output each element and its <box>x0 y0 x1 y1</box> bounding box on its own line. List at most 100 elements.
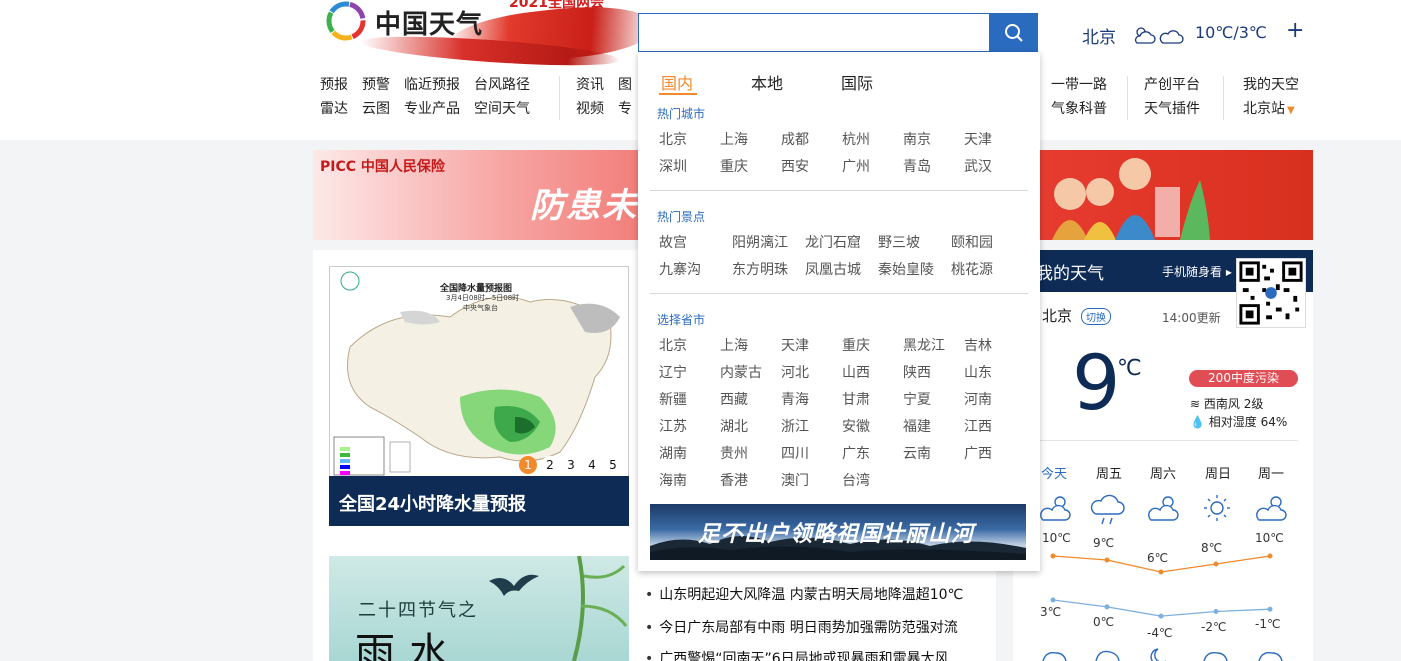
city-link[interactable]: 成都 <box>781 129 809 149</box>
search-button[interactable] <box>990 13 1038 52</box>
city-link[interactable]: 天津 <box>964 129 992 149</box>
city-link[interactable]: 重庆 <box>720 156 748 176</box>
scenic-spot-link[interactable]: 颐和园 <box>951 232 993 252</box>
nav-link[interactable]: 预报 <box>320 73 348 97</box>
province-link[interactable]: 湖南 <box>659 443 687 463</box>
forecast-day[interactable]: 今天 <box>1041 463 1067 482</box>
province-link[interactable]: 江苏 <box>659 416 687 436</box>
city-link[interactable]: 杭州 <box>842 129 870 149</box>
nav-link[interactable]: 产创平台 <box>1144 73 1200 97</box>
nav-link[interactable]: 一带一路 <box>1051 73 1107 97</box>
carousel-dot[interactable]: 3 <box>562 456 580 474</box>
forecast-day[interactable]: 周五 <box>1096 463 1122 482</box>
scenic-spot-link[interactable]: 野三坡 <box>878 232 920 252</box>
province-link[interactable]: 西藏 <box>720 389 748 409</box>
nav-link[interactable]: 空间天气 <box>474 97 530 121</box>
city-link[interactable]: 西安 <box>781 156 809 176</box>
nav-link[interactable]: 资讯 <box>576 73 604 97</box>
tab-domestic[interactable]: 国内 <box>661 70 693 94</box>
province-link[interactable]: 内蒙古 <box>720 362 762 382</box>
forecast-day[interactable]: 周一 <box>1258 463 1284 482</box>
search-input[interactable] <box>638 13 990 52</box>
air-quality-badge[interactable]: 200中度污染 <box>1189 370 1298 387</box>
nav-link[interactable]: 视频 <box>576 97 604 121</box>
logo-icon[interactable] <box>325 0 367 42</box>
province-link[interactable]: 吉林 <box>964 335 992 355</box>
map-caption[interactable]: 全国24小时降水量预报 <box>329 476 629 526</box>
province-link[interactable]: 贵州 <box>720 443 748 463</box>
scenic-spot-link[interactable]: 阳朔漓江 <box>732 232 788 252</box>
province-link[interactable]: 辽宁 <box>659 362 687 382</box>
nav-link[interactable]: 专业产品 <box>404 97 460 121</box>
nav-link[interactable]: 云图 <box>362 97 390 121</box>
nav-link[interactable]: 天气插件 <box>1144 97 1200 121</box>
nav-link[interactable]: 临近预报 <box>404 73 460 97</box>
news-item[interactable]: 广西警惕“回南天”6日局地或现暴雨和雷暴大风 <box>645 648 948 661</box>
nav-link[interactable]: 预警 <box>362 73 390 97</box>
province-link[interactable]: 山西 <box>842 362 870 382</box>
nav-link[interactable]: 专 <box>618 97 632 121</box>
logo-text[interactable]: 中国天气 <box>375 4 483 41</box>
province-link[interactable]: 云南 <box>903 443 931 463</box>
province-link[interactable]: 河北 <box>781 362 809 382</box>
scenic-spot-link[interactable]: 东方明珠 <box>732 259 788 279</box>
nav-link[interactable]: 我的天空 <box>1243 73 1299 97</box>
scenic-spot-link[interactable]: 九寨沟 <box>659 259 701 279</box>
city-link[interactable]: 广州 <box>842 156 870 176</box>
news-item[interactable]: 今日广东局部有中雨 明日雨势加强需防范强对流 <box>645 617 957 637</box>
station-selector[interactable]: 北京站 <box>1243 97 1285 121</box>
carousel-dot[interactable]: 4 <box>583 456 601 474</box>
nav-link[interactable]: 图 <box>618 73 632 97</box>
scenic-spot-link[interactable]: 龙门石窟 <box>805 232 861 252</box>
province-link[interactable]: 安徽 <box>842 416 870 436</box>
current-city[interactable]: 北京 <box>1082 23 1116 48</box>
province-link[interactable]: 福建 <box>903 416 931 436</box>
forecast-day[interactable]: 周日 <box>1205 463 1231 482</box>
province-link[interactable]: 澳门 <box>781 470 809 490</box>
province-link[interactable]: 浙江 <box>781 416 809 436</box>
province-link[interactable]: 宁夏 <box>903 389 931 409</box>
province-link[interactable]: 河南 <box>964 389 992 409</box>
scenic-spot-link[interactable]: 故宫 <box>659 232 687 252</box>
carousel-dot[interactable]: 2 <box>541 456 559 474</box>
province-link[interactable]: 香港 <box>720 470 748 490</box>
city-link[interactable]: 上海 <box>720 129 748 149</box>
province-link[interactable]: 重庆 <box>842 335 870 355</box>
tab-local[interactable]: 本地 <box>751 70 783 94</box>
scenic-spot-link[interactable]: 秦始皇陵 <box>878 259 934 279</box>
province-link[interactable]: 新疆 <box>659 389 687 409</box>
carousel-dot[interactable]: 1 <box>519 456 537 474</box>
mobile-link[interactable]: 手机随身看 ▸ <box>1162 263 1232 280</box>
province-link[interactable]: 四川 <box>781 443 809 463</box>
city-link[interactable]: 青岛 <box>903 156 931 176</box>
city-link[interactable]: 北京 <box>659 129 687 149</box>
province-link[interactable]: 青海 <box>781 389 809 409</box>
province-link[interactable]: 湖北 <box>720 416 748 436</box>
tab-international[interactable]: 国际 <box>841 70 873 94</box>
forecast-day[interactable]: 周六 <box>1150 463 1176 482</box>
news-item[interactable]: 山东明起迎大风降温 内蒙古明天局地降温超10℃ <box>645 584 963 604</box>
province-link[interactable]: 甘肃 <box>842 389 870 409</box>
province-link[interactable]: 陕西 <box>903 362 931 382</box>
province-link[interactable]: 北京 <box>659 335 687 355</box>
province-link[interactable]: 台湾 <box>842 470 870 490</box>
province-link[interactable]: 海南 <box>659 470 687 490</box>
nav-link[interactable]: 雷达 <box>320 97 348 121</box>
nav-link[interactable]: 气象科普 <box>1051 97 1107 121</box>
province-link[interactable]: 山东 <box>964 362 992 382</box>
scenic-spot-link[interactable]: 凤凰古城 <box>805 259 861 279</box>
carousel-dot[interactable]: 5 <box>604 456 622 474</box>
city-link[interactable]: 武汉 <box>964 156 992 176</box>
province-link[interactable]: 天津 <box>781 335 809 355</box>
switch-city-button[interactable]: 切换 <box>1081 308 1111 325</box>
province-link[interactable]: 黑龙江 <box>903 335 945 355</box>
city-link[interactable]: 南京 <box>903 129 931 149</box>
scenic-spot-link[interactable]: 桃花源 <box>951 259 993 279</box>
chevron-down-icon[interactable]: ▼ <box>1287 99 1295 123</box>
add-city-button[interactable]: + <box>1286 18 1304 43</box>
province-link[interactable]: 广东 <box>842 443 870 463</box>
nav-link[interactable]: 台风路径 <box>474 73 530 97</box>
province-link[interactable]: 广西 <box>964 443 992 463</box>
province-link[interactable]: 上海 <box>720 335 748 355</box>
province-link[interactable]: 江西 <box>964 416 992 436</box>
